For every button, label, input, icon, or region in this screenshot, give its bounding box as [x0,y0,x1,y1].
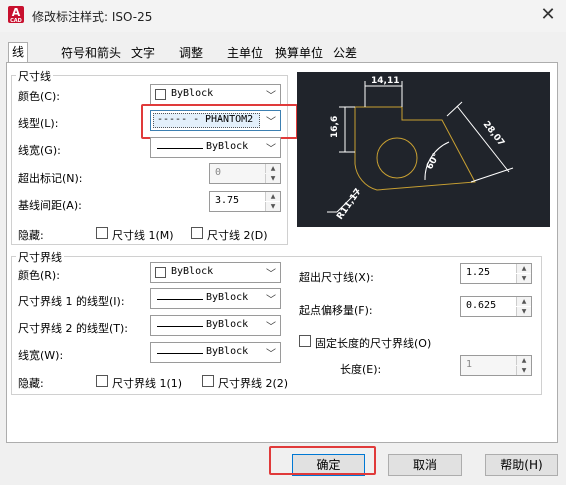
spin-down-icon[interactable]: ▼ [516,307,531,316]
close-icon[interactable]: ✕ [538,5,558,25]
help-button[interactable]: 帮助(H) [485,454,558,476]
spin-up-icon[interactable]: ▲ [516,264,531,273]
dim-suppress-label: 隐藏: [18,229,44,242]
spin-down-icon[interactable]: ▼ [516,366,531,375]
cancel-button[interactable]: 取消 [388,454,462,476]
chevron-down-icon: ﹀ [266,349,276,360]
suppress-dim2-label: 尺寸线 2(D) [207,229,268,242]
ext-lt1-label: 尺寸界线 1 的线型(I): [18,295,125,308]
dim-lineweight-label: 线宽(G): [18,144,61,157]
tab-primary-units[interactable]: 主单位 [224,44,266,63]
preview-dim-top: 14,11 [371,76,399,86]
tab-lines[interactable]: 线 [8,42,29,63]
ext-extend-spinner[interactable]: 1.25 ▲ ▼ [460,263,532,284]
dim-color-select[interactable]: ByBlock ﹀ [150,84,281,105]
dim-baseline-spinner[interactable]: 3.75 ▲ ▼ [209,191,281,212]
tab-alternate-units[interactable]: 换算单位 [272,44,326,63]
chevron-down-icon: ﹀ [266,91,276,102]
dim-color-label: 颜色(C): [18,90,60,103]
ext-offset-label: 起点偏移量(F): [299,304,373,317]
dim-extend-spinner[interactable]: 0 ▲ ▼ [209,163,281,184]
ext-lineweight-select[interactable]: ByBlock ﹀ [150,342,281,363]
chevron-down-icon: ﹀ [266,269,276,280]
dim-baseline-label: 基线间距(A): [18,199,82,212]
ext-lt2-label: 尺寸界线 2 的线型(T): [18,322,128,335]
suppress-dim2-checkbox[interactable] [191,227,203,239]
tab-tolerances[interactable]: 公差 [330,44,360,63]
preview-drawing: 14,11 16,6 28,07 60° R11,17 [327,76,514,222]
ext-length-label: 长度(E): [340,363,382,376]
color-swatch [155,267,166,278]
color-swatch [155,89,166,100]
ext-color-label: 颜色(R): [18,269,60,282]
preview-dim-right: 28,07 [481,120,506,149]
preview-dim-left: 16,6 [330,116,340,138]
chevron-down-icon: ﹀ [266,144,276,155]
spin-down-icon[interactable]: ▼ [265,202,280,211]
spin-up-icon[interactable]: ▲ [516,356,531,365]
dim-lineweight-select[interactable]: ByBlock ﹀ [150,137,281,158]
ext-lines-group-title: 尺寸界线 [16,249,64,265]
ext-offset-spinner[interactable]: 0.625 ▲ ▼ [460,296,532,317]
dim-lines-group-title: 尺寸线 [16,68,53,84]
preview-dim-radius: R11,17 [335,187,363,222]
suppress-dim1-checkbox[interactable] [96,227,108,239]
ext-color-select[interactable]: ByBlock ﹀ [150,262,281,283]
suppress-ext2-label: 尺寸界线 2(2) [218,377,289,390]
suppress-ext1-checkbox[interactable] [96,375,108,387]
suppress-ext1-label: 尺寸界线 1(1) [112,377,183,390]
ext-length-spinner[interactable]: 1 ▲ ▼ [460,355,532,376]
ext-lineweight-label: 线宽(W): [18,349,64,362]
spin-up-icon[interactable]: ▲ [265,164,280,173]
tab-fit[interactable]: 调整 [176,44,206,63]
spin-up-icon[interactable]: ▲ [516,297,531,306]
linetype-highlight-box [141,104,298,139]
suppress-dim1-label: 尺寸线 1(M) [112,229,174,242]
fixed-length-label: 固定长度的尺寸界线(O) [315,337,432,350]
ok-highlight-box [269,446,376,475]
dim-extend-label: 超出标记(N): [18,172,83,185]
dim-linetype-label: 线型(L): [18,117,59,130]
ext-extend-label: 超出尺寸线(X): [299,271,374,284]
window-title: 修改标注样式: ISO-25 [32,10,153,24]
suppress-ext2-checkbox[interactable] [202,375,214,387]
chevron-down-icon: ﹀ [266,295,276,306]
tab-symbols-arrows[interactable]: 符号和箭头 [58,44,124,63]
dimension-preview: 14,11 16,6 28,07 60° R11,17 [297,72,550,227]
chevron-down-icon: ﹀ [266,322,276,333]
ext-suppress-label: 隐藏: [18,377,44,390]
fixed-length-checkbox[interactable] [299,335,311,347]
spin-down-icon[interactable]: ▼ [265,174,280,183]
preview-dim-angle: 60° [425,152,442,172]
ext-lt2-select[interactable]: ByBlock ﹀ [150,315,281,336]
tab-text[interactable]: 文字 [128,44,158,63]
spin-down-icon[interactable]: ▼ [516,274,531,283]
spin-up-icon[interactable]: ▲ [265,192,280,201]
autocad-app-icon: A CAD [8,6,24,24]
ext-lt1-select[interactable]: ByBlock ﹀ [150,288,281,309]
